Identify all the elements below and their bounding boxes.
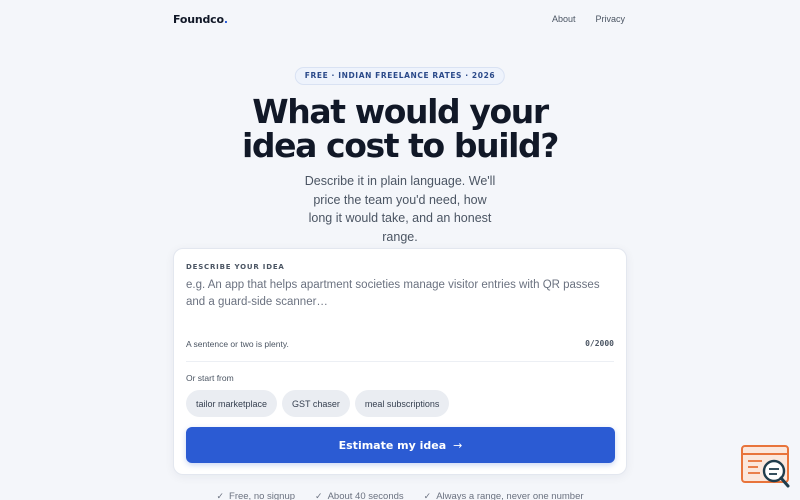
feedback-search-icon-graphic — [741, 445, 790, 488]
feedback-search-icon[interactable] — [740, 443, 792, 491]
check-icon: ✓ — [423, 491, 432, 500]
pricing-badge: FREE · INDIAN FREELANCE RATES · 2026 — [294, 67, 506, 85]
estimate-button[interactable]: Estimate my idea → — [186, 427, 615, 463]
trust-points: ✓ Free, no signup ✓ About 40 seconds ✓ A… — [0, 491, 800, 500]
example-chip-gst-chaser[interactable]: GST chaser — [282, 390, 350, 417]
nav-link-privacy[interactable]: Privacy — [595, 14, 625, 24]
logo-text: Foundco — [173, 13, 224, 26]
example-chip-meal-subscriptions[interactable]: meal subscriptions — [354, 390, 450, 417]
divider — [186, 361, 614, 362]
character-counter: 0/2000 — [585, 339, 614, 348]
trust-point-text: About 40 seconds — [327, 491, 404, 500]
check-icon: ✓ — [315, 491, 323, 500]
nav-link-about[interactable]: About — [552, 14, 576, 24]
trust-point-text: Free, no signup — [229, 491, 296, 500]
top-nav: Foundco. About Privacy — [0, 0, 800, 40]
trust-point: ✓ Always a range, never one number — [424, 491, 584, 500]
logo-dot: . — [223, 13, 228, 26]
arrow-right-icon: → — [453, 438, 463, 452]
example-chips: tailor marketplace GST chaser meal subsc… — [186, 390, 450, 417]
trust-point: ✓ Free, no signup — [216, 491, 295, 500]
page-title: What would your idea cost to build? — [0, 95, 800, 163]
estimate-button-label: Estimate my idea — [338, 438, 447, 452]
trust-point-text: Always a range, never one number — [436, 491, 584, 500]
nav-links: About Privacy — [552, 14, 625, 24]
idea-form-card: DESCRIBE YOUR IDEA A sentence or two is … — [173, 248, 627, 475]
idea-field-label: DESCRIBE YOUR IDEA — [186, 263, 285, 271]
example-chip-tailor-marketplace[interactable]: tailor marketplace — [186, 390, 278, 417]
page-title-line-2: idea cost to build? — [241, 126, 559, 165]
page-subtitle: Describe it in plain language. We'll pri… — [304, 174, 496, 244]
logo[interactable]: Foundco. — [173, 13, 228, 26]
idea-hint: A sentence or two is plenty. — [186, 339, 289, 349]
idea-textarea[interactable] — [186, 277, 614, 325]
check-icon: ✓ — [216, 491, 225, 500]
start-from-label: Or start from — [186, 373, 234, 383]
trust-point: ✓ About 40 seconds — [315, 491, 404, 500]
